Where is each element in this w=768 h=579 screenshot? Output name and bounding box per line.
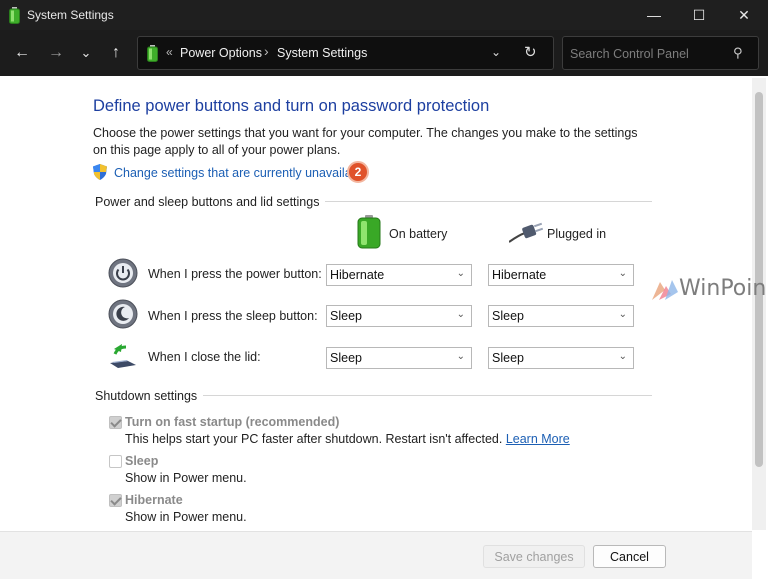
hibernate-checkbox[interactable] bbox=[109, 494, 122, 507]
up-button[interactable]: ↑ bbox=[104, 42, 128, 64]
power-button-battery-select[interactable]: Hibernate ⌄ bbox=[326, 264, 472, 286]
on-battery-header: On battery bbox=[389, 227, 448, 241]
battery-app-icon bbox=[9, 7, 20, 24]
close-icon: ✕ bbox=[738, 6, 750, 23]
navigation-bar: ← → ⌄ ↑ « Power Options › System Setting… bbox=[0, 30, 768, 76]
chevron-down-icon: ⌄ bbox=[80, 45, 92, 60]
refresh-icon[interactable]: ↻ bbox=[524, 43, 537, 61]
select-value: Sleep bbox=[492, 351, 524, 365]
sleep-label: Sleep bbox=[125, 454, 159, 468]
sleep-button-label: When I press the sleep button: bbox=[148, 309, 318, 323]
maximize-icon: ☐ bbox=[692, 6, 706, 23]
search-placeholder[interactable]: Search Control Panel bbox=[570, 47, 689, 61]
search-icon[interactable]: ⚲ bbox=[733, 45, 743, 61]
watermark: WinPoin bbox=[652, 276, 768, 304]
fast-startup-checkbox[interactable] bbox=[109, 416, 122, 429]
title-bar: System Settings — ☐ ✕ bbox=[0, 0, 768, 30]
page-description: Choose the power settings that you want … bbox=[93, 126, 638, 157]
change-settings-link[interactable]: Change settings that are currently unava… bbox=[114, 166, 368, 180]
select-value: Sleep bbox=[492, 309, 524, 323]
chevron-down-icon: ⌄ bbox=[618, 351, 627, 362]
shutdown-section-title: Shutdown settings bbox=[95, 389, 204, 403]
uac-shield-icon bbox=[93, 164, 107, 180]
chevron-down-icon: ⌄ bbox=[456, 268, 465, 279]
window-title: System Settings bbox=[27, 8, 114, 22]
buttons-section-title: Power and sleep buttons and lid settings bbox=[95, 195, 326, 209]
laptop-lid-icon bbox=[110, 344, 136, 368]
fast-startup-sub: This helps start your PC faster after sh… bbox=[125, 432, 503, 446]
power-plug-icon bbox=[509, 222, 543, 243]
page-title: Define power buttons and turn on passwor… bbox=[93, 97, 490, 115]
power-button-label: When I press the power button: bbox=[148, 267, 322, 281]
power-button-icon bbox=[108, 258, 138, 288]
breadcrumb-separator-icon: › bbox=[264, 43, 269, 59]
select-value: Sleep bbox=[330, 351, 362, 365]
power-button-plugged-select[interactable]: Hibernate ⌄ bbox=[488, 264, 634, 286]
forward-button[interactable]: → bbox=[44, 42, 68, 64]
save-changes-button[interactable]: Save changes bbox=[483, 545, 585, 568]
battery-column-icon bbox=[357, 215, 381, 249]
address-dropdown-icon[interactable]: ⌄ bbox=[491, 45, 501, 59]
back-button[interactable]: ← bbox=[10, 42, 34, 64]
fast-startup-label: Turn on fast startup (recommended) bbox=[125, 415, 340, 429]
breadcrumb-overflow-icon[interactable]: « bbox=[166, 45, 173, 59]
search-box[interactable]: Search Control Panel ⚲ bbox=[562, 36, 759, 70]
fast-startup-description: This helps start your PC faster after sh… bbox=[125, 432, 570, 446]
close-lid-plugged-select[interactable]: Sleep ⌄ bbox=[488, 347, 634, 369]
recent-locations-button[interactable]: ⌄ bbox=[74, 42, 98, 64]
winpoin-logo-icon bbox=[652, 280, 678, 300]
close-button[interactable]: ✕ bbox=[720, 0, 768, 30]
select-value: Hibernate bbox=[492, 268, 547, 282]
select-value: Sleep bbox=[330, 309, 362, 323]
learn-more-link[interactable]: Learn More bbox=[506, 432, 570, 446]
address-bar[interactable]: « Power Options › System Settings ⌄ ↻ bbox=[137, 36, 554, 70]
watermark-text: WinPoin bbox=[679, 276, 767, 301]
chevron-down-icon: ⌄ bbox=[456, 309, 465, 320]
chevron-down-icon: ⌄ bbox=[456, 351, 465, 362]
select-value: Hibernate bbox=[330, 268, 385, 282]
battery-crumb-icon bbox=[147, 45, 158, 62]
back-arrow-icon: ← bbox=[14, 44, 30, 61]
close-lid-battery-select[interactable]: Sleep ⌄ bbox=[326, 347, 472, 369]
sleep-button-plugged-select[interactable]: Sleep ⌄ bbox=[488, 305, 634, 327]
sleep-button-icon bbox=[108, 299, 138, 329]
maximize-button[interactable]: ☐ bbox=[675, 0, 723, 30]
breadcrumb-power-options[interactable]: Power Options bbox=[180, 46, 262, 60]
vertical-scrollbar[interactable] bbox=[752, 78, 766, 530]
chevron-down-icon: ⌄ bbox=[618, 309, 627, 320]
forward-arrow-icon: → bbox=[48, 44, 64, 61]
chevron-down-icon: ⌄ bbox=[618, 268, 627, 279]
hibernate-label: Hibernate bbox=[125, 493, 183, 507]
close-lid-label: When I close the lid: bbox=[148, 350, 261, 364]
sleep-description: Show in Power menu. bbox=[125, 471, 247, 485]
breadcrumb-system-settings[interactable]: System Settings bbox=[277, 46, 367, 60]
hibernate-description: Show in Power menu. bbox=[125, 510, 247, 524]
minimize-button[interactable]: — bbox=[630, 0, 678, 30]
cancel-button[interactable]: Cancel bbox=[593, 545, 666, 568]
up-arrow-icon: ↑ bbox=[112, 44, 120, 61]
sleep-checkbox[interactable] bbox=[109, 455, 122, 468]
sleep-button-battery-select[interactable]: Sleep ⌄ bbox=[326, 305, 472, 327]
minimize-icon: — bbox=[647, 7, 661, 23]
step-badge: 2 bbox=[347, 161, 369, 183]
plugged-in-header: Plugged in bbox=[547, 227, 607, 241]
